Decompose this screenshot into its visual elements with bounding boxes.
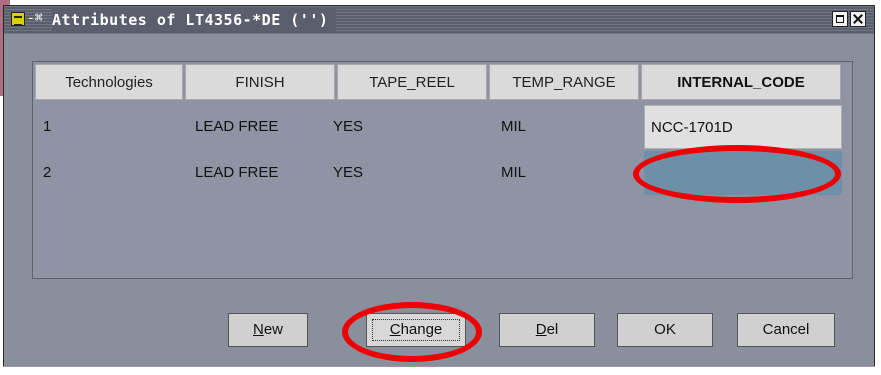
attributes-dialog: -⌘ Attributes of LT4356-*DE ('') Technol… xyxy=(3,5,875,367)
cell-finish[interactable]: LEAD FREE xyxy=(195,105,278,149)
column-header-finish[interactable]: FINISH xyxy=(185,64,335,100)
focus-ring xyxy=(372,319,460,341)
attributes-table[interactable]: Technologies FINISH TAPE_REEL TEMP_RANGE… xyxy=(32,61,853,279)
column-header-temp-range[interactable]: TEMP_RANGE xyxy=(489,64,639,100)
cell-internal-code-editing[interactable] xyxy=(644,151,842,195)
maximize-icon[interactable] xyxy=(832,11,848,27)
change-button[interactable]: Change xyxy=(366,313,466,347)
cell-temp-range[interactable]: MIL xyxy=(501,105,526,149)
window-menu-icon[interactable]: -⌘ xyxy=(27,10,49,28)
new-button[interactable]: New xyxy=(228,313,308,347)
close-icon[interactable] xyxy=(850,11,866,27)
cell-technology[interactable]: 1 xyxy=(43,105,51,149)
window-title: Attributes of LT4356-*DE ('') xyxy=(52,9,337,31)
new-label-rest: ew xyxy=(263,321,284,338)
table-header: Technologies FINISH TAPE_REEL TEMP_RANGE… xyxy=(35,64,850,100)
column-header-internal-code[interactable]: INTERNAL_CODE xyxy=(641,64,841,100)
cell-internal-code[interactable]: NCC-1701D xyxy=(644,105,842,149)
column-header-tape-reel[interactable]: TAPE_REEL xyxy=(337,64,487,100)
cell-tape-reel[interactable]: YES xyxy=(333,151,363,195)
column-header-technologies[interactable]: Technologies xyxy=(35,64,183,100)
cell-technology[interactable]: 2 xyxy=(43,151,51,195)
cell-temp-range[interactable]: MIL xyxy=(501,151,526,195)
table-row[interactable]: 2 LEAD FREE YES MIL xyxy=(35,151,850,195)
del-button[interactable]: Del xyxy=(499,313,595,347)
cell-finish[interactable]: LEAD FREE xyxy=(195,151,278,195)
app-icon[interactable] xyxy=(11,12,25,26)
cell-tape-reel[interactable]: YES xyxy=(333,105,363,149)
del-label-rest: el xyxy=(546,321,559,338)
ok-button[interactable]: OK xyxy=(617,313,713,347)
cancel-button[interactable]: Cancel xyxy=(737,313,835,347)
new-mnemonic: N xyxy=(252,321,264,338)
del-mnemonic: D xyxy=(535,321,547,338)
title-bar[interactable]: -⌘ Attributes of LT4356-*DE ('') xyxy=(4,6,874,34)
table-row[interactable]: 1 LEAD FREE YES MIL NCC-1701D xyxy=(35,105,850,149)
